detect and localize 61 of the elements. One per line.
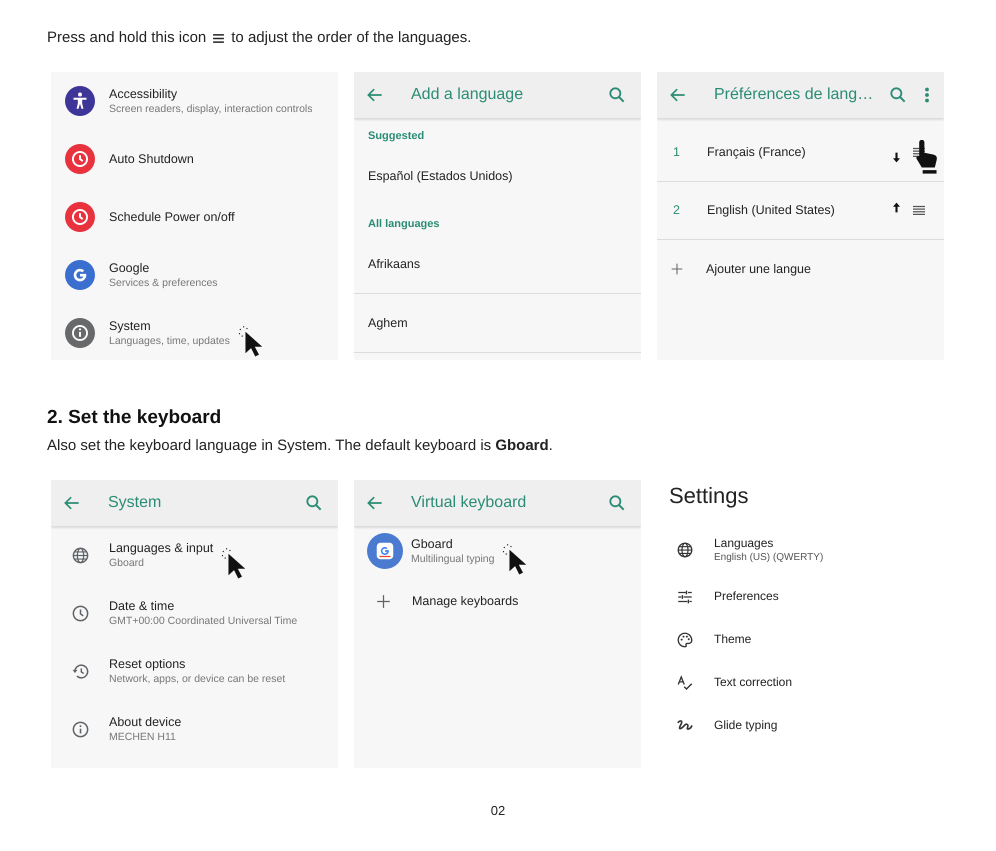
setting-summary: Multilingual typing bbox=[411, 552, 494, 566]
history-icon bbox=[70, 662, 90, 680]
setting-summary: Screen readers, display, interaction controls bbox=[109, 102, 312, 116]
setting-title[interactable]: Glide typing bbox=[714, 718, 778, 733]
setting-summary: Gboard bbox=[109, 556, 146, 570]
setting-title[interactable]: Reset options bbox=[109, 656, 286, 672]
spellcheck-icon bbox=[676, 674, 694, 692]
language-option[interactable]: Español (Estados Unidos) bbox=[368, 167, 513, 186]
language-rank: 2 bbox=[673, 202, 681, 220]
plus-icon bbox=[669, 261, 685, 277]
search-icon bbox=[304, 493, 324, 513]
setting-summary: GMT+00:00 Coordinated Universal Time bbox=[109, 614, 298, 628]
setting-title[interactable]: Languages bbox=[714, 536, 824, 551]
setting-summary: Network, apps, or device can be reset bbox=[109, 672, 286, 686]
setting-title[interactable]: Auto Shutdown bbox=[109, 151, 194, 167]
setting-title[interactable]: Accessibility bbox=[109, 86, 312, 102]
page-number: 02 bbox=[490, 802, 506, 820]
setting-summary: English (US) (QWERTY) bbox=[714, 551, 824, 564]
setting-summary: MECHEN H11 bbox=[109, 730, 177, 744]
language-option[interactable]: Afrikaans bbox=[368, 254, 420, 274]
section-heading: 2. Set the keyboard bbox=[47, 406, 222, 430]
body-text: Also set the keyboard language in System. The default keyboard is Gboard. bbox=[47, 436, 554, 456]
setting-title[interactable]: Languages & input bbox=[109, 540, 214, 556]
setting-summary: Services & preferences bbox=[109, 276, 218, 290]
setting-title[interactable]: Google bbox=[109, 260, 218, 276]
language-name: Français (France) bbox=[707, 144, 806, 162]
setting-title[interactable]: About device bbox=[109, 714, 182, 730]
search-icon bbox=[607, 493, 627, 513]
search-icon bbox=[607, 85, 627, 105]
setting-title[interactable]: Manage keyboards bbox=[412, 593, 518, 609]
screen-title: Settings bbox=[669, 482, 748, 510]
screen-title: Virtual keyboard bbox=[411, 493, 526, 513]
setting-title[interactable]: Theme bbox=[714, 632, 752, 647]
setting-title[interactable]: Date & time bbox=[109, 598, 298, 614]
screen-title: Add a language bbox=[411, 85, 524, 105]
clock-icon bbox=[70, 604, 90, 622]
language-rank: 1 bbox=[673, 144, 681, 162]
drag-handle-icon bbox=[213, 34, 224, 42]
search-icon bbox=[888, 85, 908, 105]
setting-title[interactable]: Schedule Power on/off bbox=[109, 209, 235, 225]
screen-title: System bbox=[108, 493, 162, 513]
setting-title[interactable]: Preferences bbox=[714, 589, 779, 604]
setting-title[interactable]: Gboard bbox=[411, 536, 494, 552]
instruction-text: Press and hold this icon bbox=[47, 28, 206, 48]
language-name: English (United States) bbox=[707, 202, 835, 220]
globe-icon bbox=[676, 541, 694, 559]
screen-title: Préférences de lang… bbox=[714, 85, 874, 105]
setting-summary: Languages, time, updates bbox=[109, 334, 230, 348]
setting-title[interactable]: Text correction bbox=[714, 675, 792, 690]
instruction-text: to adjust the order of the languages. bbox=[231, 28, 472, 48]
language-option[interactable]: Aghem bbox=[368, 314, 408, 332]
section-header: All languages bbox=[368, 217, 440, 231]
more-options-button[interactable] bbox=[924, 87, 930, 103]
sliders-icon bbox=[676, 588, 694, 606]
info-icon bbox=[70, 720, 90, 738]
palette-icon bbox=[676, 630, 694, 648]
globe-icon bbox=[70, 546, 90, 564]
add-language-link[interactable]: Ajouter une langue bbox=[706, 260, 811, 278]
setting-title[interactable]: System bbox=[109, 318, 230, 334]
section-header: Suggested bbox=[368, 129, 424, 143]
keyboard-app-icon bbox=[367, 533, 403, 569]
